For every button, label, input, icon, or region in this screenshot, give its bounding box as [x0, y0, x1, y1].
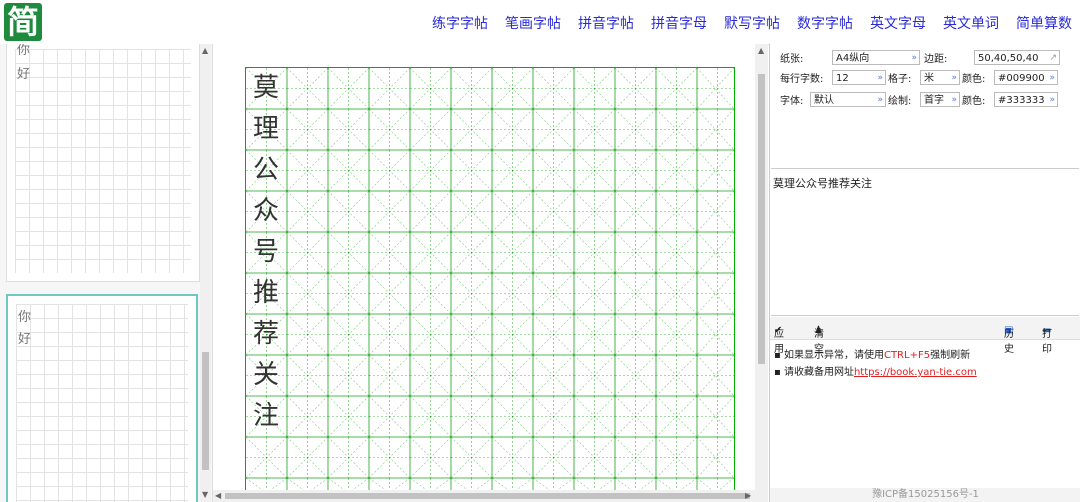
- paper-char: 公: [252, 155, 279, 185]
- thumbnail-char: 你: [17, 44, 31, 58]
- scroll-thumb[interactable]: [225, 493, 750, 499]
- note-shortcut: CTRL+F5: [883, 350, 931, 361]
- paper-char: 理: [252, 114, 279, 144]
- history-label: 历史: [1004, 329, 1014, 355]
- settings-panel: 纸张: A4纵向 » 边距: 50,40,50,40 ↗ 每行字数: 12 » 格子:…: [769, 44, 1080, 502]
- grid-color-value: #009900: [998, 72, 1045, 84]
- nav-numbers[interactable]: 数字字帖: [797, 13, 853, 33]
- copybook-paper: 莫 理 公 众 号 推 荐 关 注: [245, 67, 735, 502]
- edit-icon[interactable]: ↗: [1049, 51, 1057, 66]
- grid-select-value: 米: [924, 72, 934, 84]
- chevron-down-icon: »: [1049, 72, 1055, 83]
- notes-list: ▪ 如果显示异常，请使用CTRL+F5强制刷新 ▪ 请收藏备用网址https:/…: [774, 347, 977, 381]
- paper-char: 莫: [252, 73, 279, 103]
- note-text: 如果显示异常，请使用: [783, 350, 884, 361]
- grid-label: 格子:: [888, 73, 912, 85]
- chevron-down-icon: »: [877, 72, 883, 83]
- settings-row-font: 字体: 默认 » 绘制: 首字 » 颜色: #333333 »: [780, 90, 1058, 108]
- backup-url-link[interactable]: https://book.yan-tie.com: [854, 367, 977, 378]
- thumbnail-grid: [15, 49, 191, 273]
- scroll-up-icon[interactable]: ▲: [758, 46, 764, 55]
- page-thumbnail[interactable]: 你 好: [6, 44, 200, 282]
- note-item: ▪ 如果显示异常，请使用CTRL+F5强制刷新: [774, 350, 971, 361]
- nav-english-letters[interactable]: 英文字母: [870, 13, 926, 33]
- font-select[interactable]: 默认 »: [810, 91, 886, 107]
- grid-select[interactable]: 米»: [920, 69, 960, 85]
- logo[interactable]: 简: [4, 3, 42, 41]
- grid-color-select[interactable]: #009900 »: [994, 69, 1058, 85]
- text-color-value: #333333: [998, 94, 1045, 106]
- text-color-select[interactable]: #333333 »: [994, 91, 1058, 107]
- chevron-down-icon: »: [951, 72, 957, 83]
- margin-label: 边距:: [924, 53, 948, 65]
- icp-footer[interactable]: 豫ICP备15025156号-1: [770, 488, 1080, 502]
- note-text: 请收藏备用网址: [783, 367, 854, 378]
- paper-select[interactable]: A4纵向 »: [832, 49, 920, 65]
- thumbnail-panel: 你 好 你 好 ▲ ▼: [0, 44, 213, 502]
- nav-dictation[interactable]: 默写字帖: [724, 13, 780, 33]
- margin-input-value: 50,40,50,40: [978, 52, 1039, 64]
- scroll-right-icon[interactable]: ▶: [745, 491, 751, 500]
- draw-select-value: 首字: [924, 94, 944, 106]
- font-label: 字体:: [780, 95, 804, 107]
- print-label: 打印: [1042, 329, 1052, 355]
- chevron-down-icon: »: [911, 52, 917, 63]
- paper-char: 关: [252, 360, 279, 390]
- chevron-down-icon: »: [877, 94, 883, 105]
- settings-row-grid: 每行字数: 12» 格子: 米» 颜色: #009900»: [780, 68, 1058, 86]
- per-row-select-value: 12: [836, 72, 849, 84]
- nav-pinyin-copybook[interactable]: 拼音字帖: [578, 13, 634, 33]
- nav-pinyin-letters[interactable]: 拼音字母: [651, 13, 707, 33]
- thumbnail-char: 好: [17, 67, 31, 82]
- thumbnail-scrollbar[interactable]: ▲ ▼: [200, 44, 211, 502]
- scroll-thumb[interactable]: [202, 352, 209, 470]
- draw-select[interactable]: 首字 »: [920, 91, 960, 107]
- nav-arithmetic[interactable]: 简单算数: [1016, 13, 1072, 33]
- scroll-up-icon[interactable]: ▲: [202, 46, 208, 55]
- draw-label: 绘制:: [888, 95, 912, 107]
- nav-stroke[interactable]: 笔画字帖: [505, 13, 561, 33]
- nav-practice[interactable]: 练字字帖: [432, 13, 488, 33]
- text-input-area[interactable]: 莫理公众号推荐关注: [771, 168, 1079, 316]
- header: 简 练字字帖 笔画字帖 拼音字帖 拼音字母 默写字帖 数字字帖 英文字母 英文单…: [0, 0, 1080, 45]
- nav-english-words[interactable]: 英文单词: [943, 13, 999, 33]
- paper-char: 号: [252, 237, 279, 267]
- per-row-select[interactable]: 12 »: [832, 69, 886, 85]
- chevron-down-icon: »: [1049, 94, 1055, 105]
- main-nav: 练字字帖 笔画字帖 拼音字帖 拼音字母 默写字帖 数字字帖 英文字母 英文单词 …: [415, 13, 1072, 33]
- text-color-label: 颜色:: [962, 95, 986, 107]
- paper-char: 众: [252, 196, 279, 226]
- scroll-down-icon[interactable]: ▼: [202, 490, 208, 499]
- preview-area: 莫 理 公 众 号 推 荐 关 注 ▲ ◀ ▶: [213, 44, 768, 502]
- paper-char: 荐: [252, 319, 279, 349]
- grid-color-label: 颜色:: [962, 73, 986, 85]
- font-select-value: 默认: [814, 94, 834, 106]
- preview-vscrollbar[interactable]: ▲: [755, 44, 768, 490]
- settings-row-paper: 纸张: A4纵向 » 边距: 50,40,50,40 ↗: [780, 48, 1060, 66]
- paper-label: 纸张:: [780, 53, 804, 65]
- note-item: ▪ 请收藏备用网址https://book.yan-tie.com: [774, 367, 977, 378]
- action-toolbar: ✔ 应用 ♟ 清空 ▣ 历史 ▬ 打印: [770, 317, 1080, 355]
- page-thumbnail-selected[interactable]: 你 好: [6, 294, 198, 502]
- paper-char: 注: [252, 401, 279, 431]
- mi-grid: [246, 68, 734, 502]
- per-row-label: 每行字数:: [780, 73, 824, 85]
- paper-char: 推: [252, 278, 279, 308]
- margin-input[interactable]: 50,40,50,40 ↗: [974, 49, 1060, 66]
- scroll-thumb[interactable]: [758, 74, 765, 364]
- thumbnail-char: 你: [18, 310, 32, 325]
- chevron-down-icon: »: [951, 94, 957, 105]
- preview-hscrollbar[interactable]: ◀ ▶: [213, 490, 768, 502]
- paper-select-value: A4纵向: [836, 52, 870, 64]
- thumbnail-grid: [16, 304, 188, 502]
- note-text: 强制刷新: [930, 350, 971, 361]
- scroll-left-icon[interactable]: ◀: [215, 491, 221, 500]
- thumbnail-char: 好: [18, 332, 32, 347]
